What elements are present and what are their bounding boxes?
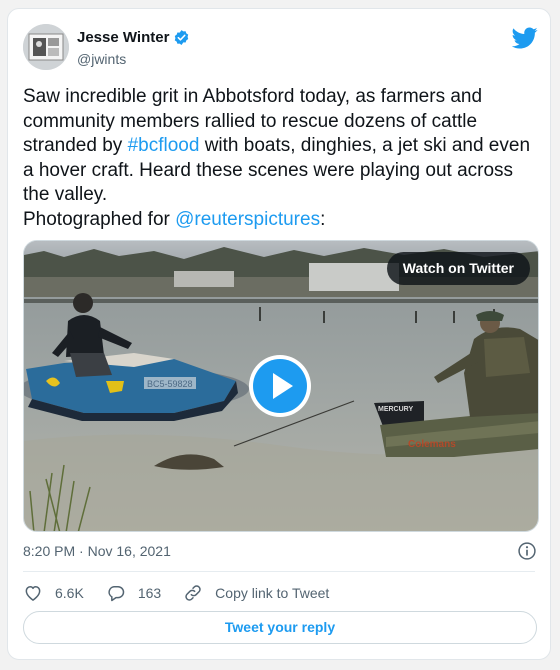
- avatar[interactable]: [23, 24, 69, 70]
- mention-link[interactable]: @reuterspictures: [175, 209, 320, 230]
- verified-badge-icon: [175, 30, 189, 45]
- info-icon[interactable]: [517, 541, 537, 561]
- copy-link-action[interactable]: Copy link to Tweet: [183, 583, 329, 603]
- hashtag-link[interactable]: #bcflood: [128, 135, 200, 156]
- reply-action[interactable]: 163: [106, 583, 161, 603]
- tweet-your-reply-button[interactable]: Tweet your reply: [23, 611, 537, 644]
- boat-brand: Colemans: [408, 439, 456, 450]
- author-name-row[interactable]: Jesse Winter: [77, 29, 190, 46]
- copy-link-label: Copy link to Tweet: [215, 585, 330, 601]
- motor-brand: MERCURY: [378, 406, 413, 413]
- link-icon: [185, 585, 201, 601]
- play-icon[interactable]: [248, 354, 312, 418]
- tweet-text-part: Photographed for: [23, 208, 176, 230]
- like-action[interactable]: 6.6K: [23, 583, 84, 603]
- tweet-text-part: :: [320, 208, 326, 230]
- tweet-card: Jesse Winter @jwints Saw incredible grit…: [7, 8, 551, 660]
- divider: [23, 571, 535, 572]
- tweet-timestamp[interactable]: 8:20 PM · Nov 16, 2021: [23, 543, 171, 559]
- author-handle[interactable]: @jwints: [77, 51, 126, 67]
- twitter-logo-icon[interactable]: [512, 25, 538, 51]
- jetski-registration: BC5-59828: [147, 379, 193, 389]
- tweet-actions: 6.6K 163 Copy link to Tweet: [23, 583, 351, 603]
- watch-on-twitter-button[interactable]: Watch on Twitter: [386, 252, 530, 285]
- video-media[interactable]: BC5-59828 MERCURY Colemans Watch on Twit…: [23, 240, 539, 532]
- reply-bubble-icon: [108, 586, 124, 602]
- like-count: 6.6K: [55, 585, 84, 601]
- tweet-text: Saw incredible grit in Abbotsford today,…: [23, 85, 533, 232]
- reply-count: 163: [137, 585, 162, 601]
- heart-icon: [25, 586, 41, 601]
- author-name[interactable]: Jesse Winter: [77, 29, 169, 46]
